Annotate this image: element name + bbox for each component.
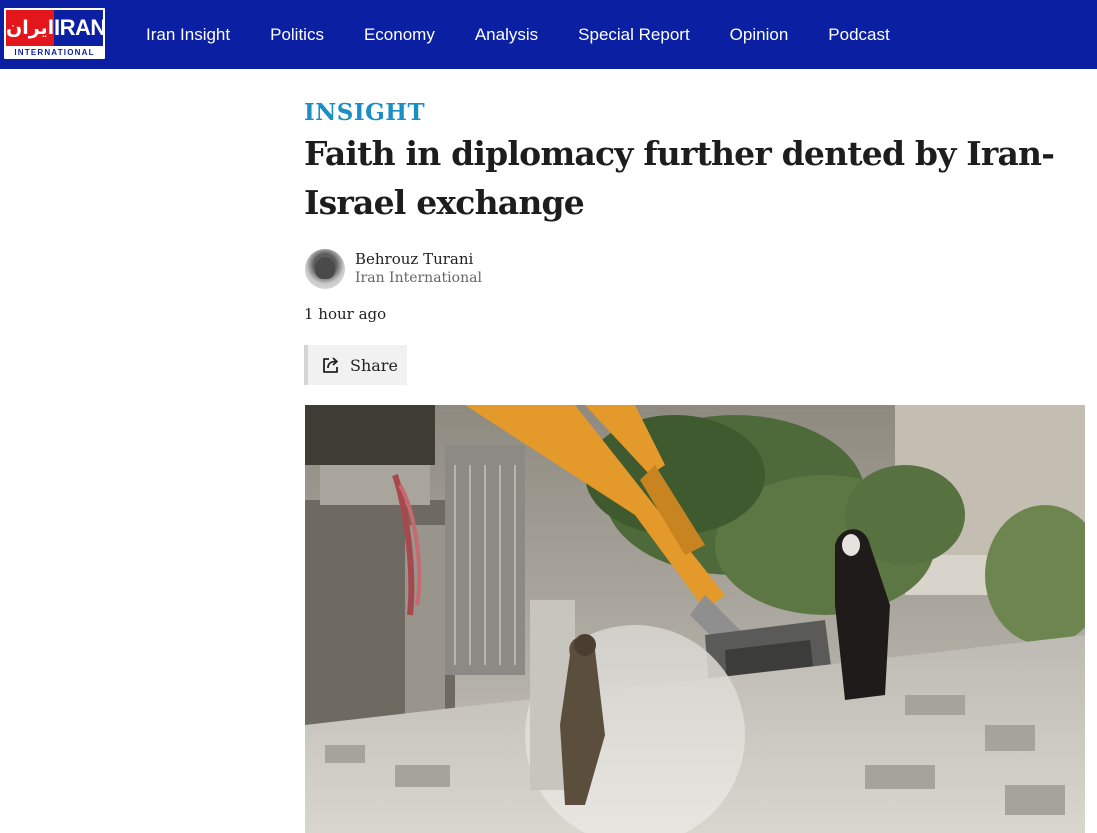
share-icon bbox=[321, 355, 341, 375]
nav-item-opinion[interactable]: Opinion bbox=[710, 25, 809, 45]
iran-international-logo[interactable]: ایران IRAN INTERNATIONAL bbox=[4, 8, 106, 59]
author-avatar[interactable] bbox=[305, 249, 345, 289]
logo-latin-text: IRAN bbox=[54, 10, 106, 46]
share-label: Share bbox=[350, 355, 398, 375]
publish-time: 1 hour ago bbox=[304, 305, 387, 323]
nav-item-special-report[interactable]: Special Report bbox=[558, 25, 710, 45]
nav-item-podcast[interactable]: Podcast bbox=[808, 25, 909, 45]
nav-item-analysis[interactable]: Analysis bbox=[455, 25, 558, 45]
main-nav: Iran Insight Politics Economy Analysis S… bbox=[126, 0, 910, 69]
nav-item-politics[interactable]: Politics bbox=[250, 25, 344, 45]
logo-subtitle: INTERNATIONAL bbox=[14, 48, 95, 57]
logo-farsi-text: ایران bbox=[6, 10, 54, 46]
article-kicker[interactable]: INSIGHT bbox=[304, 99, 425, 126]
hero-photo-demolition-scene bbox=[305, 405, 1085, 833]
author-name[interactable]: Behrouz Turani bbox=[355, 250, 473, 268]
nav-item-iran-insight[interactable]: Iran Insight bbox=[126, 25, 250, 45]
nav-item-economy[interactable]: Economy bbox=[344, 25, 455, 45]
top-navigation-bar: ایران IRAN INTERNATIONAL Iran Insight Po… bbox=[0, 0, 1097, 69]
author-organization: Iran International bbox=[355, 270, 482, 286]
share-button[interactable]: Share bbox=[304, 345, 407, 385]
article-hero-image bbox=[305, 405, 1085, 833]
article-headline: Faith in diplomacy further dented by Ira… bbox=[304, 134, 1055, 222]
